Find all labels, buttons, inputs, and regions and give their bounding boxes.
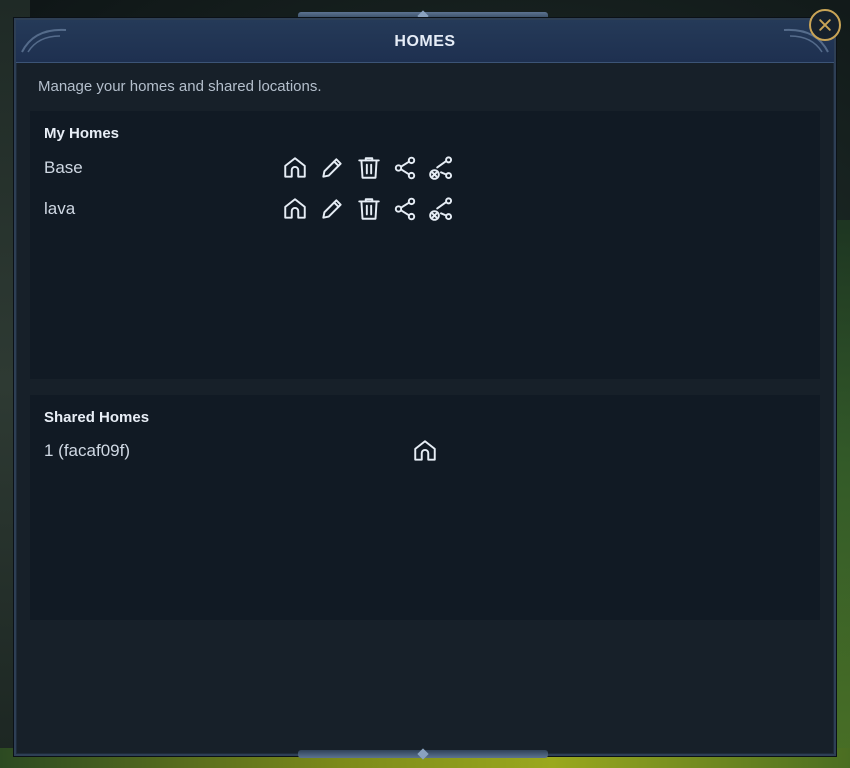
trash-icon[interactable]: [356, 155, 382, 181]
homes-window: HOMES Manage your homes and shared locat…: [14, 18, 836, 756]
home-icon[interactable]: [282, 196, 308, 222]
pencil-icon[interactable]: [319, 155, 345, 181]
titlebar: HOMES: [16, 20, 834, 63]
window-title: HOMES: [394, 33, 456, 50]
my-homes-title: My Homes: [44, 125, 120, 142]
unshare-icon[interactable]: [428, 196, 454, 222]
trash-icon[interactable]: [356, 196, 382, 222]
home-name: Base: [44, 158, 83, 177]
shared-homes-panel: Shared Homes 1 (facaf09f): [30, 395, 820, 620]
share-icon[interactable]: [392, 155, 418, 181]
share-icon[interactable]: [392, 196, 418, 222]
shared-home-name: 1 (facaf09f): [44, 441, 130, 460]
home-name: lava: [44, 199, 76, 218]
pencil-icon[interactable]: [319, 196, 345, 222]
my-homes-panel: My Homes Base lava: [30, 111, 820, 379]
unshare-icon[interactable]: [428, 155, 454, 181]
shared-homes-title: Shared Homes: [44, 409, 150, 426]
close-button[interactable]: [809, 9, 841, 41]
home-icon[interactable]: [412, 438, 438, 464]
window-subtitle: Manage your homes and shared locations.: [38, 78, 322, 95]
home-icon[interactable]: [282, 155, 308, 181]
close-icon: [819, 19, 831, 31]
